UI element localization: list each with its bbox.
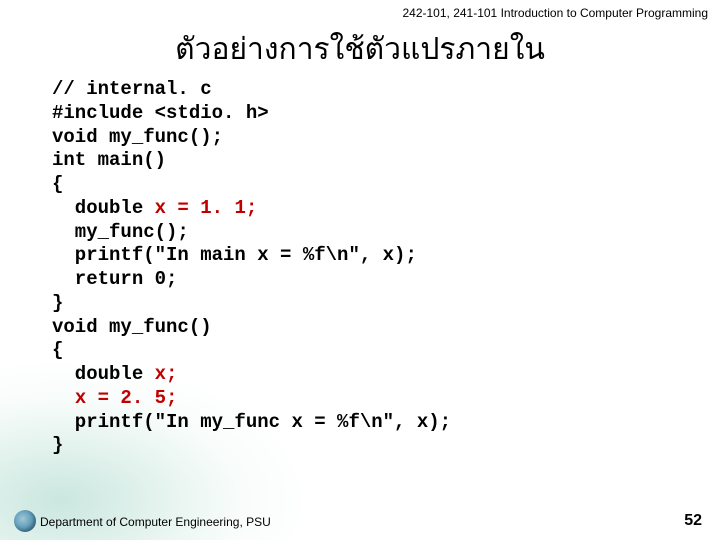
code-line: printf("In main x = %f\n", x); (52, 244, 417, 266)
code-block: // internal. c #include <stdio. h> void … (52, 78, 451, 458)
code-line: double (52, 197, 155, 219)
code-line: void my_func() (52, 316, 212, 338)
page-number: 52 (684, 512, 702, 530)
globe-icon (14, 510, 36, 532)
code-line: double (52, 363, 155, 385)
code-line: return 0; (52, 268, 177, 290)
course-header: 242-101, 241-101 Introduction to Compute… (402, 6, 708, 20)
code-line: #include <stdio. h> (52, 102, 269, 124)
code-highlight: x; (155, 363, 178, 385)
code-line: { (52, 339, 63, 361)
code-line: void my_func(); (52, 126, 223, 148)
code-highlight: x = 2. 5; (75, 387, 178, 409)
slide-title: ตัวอย่างการใช้ตัวแปรภายใน (0, 26, 720, 73)
code-line (52, 387, 75, 409)
code-line: // internal. c (52, 78, 212, 100)
code-line: { (52, 173, 63, 195)
code-highlight: x = 1. 1; (155, 197, 258, 219)
code-line: printf("In my_func x = %f\n", x); (52, 411, 451, 433)
code-line: } (52, 292, 63, 314)
code-line: my_func(); (52, 221, 189, 243)
footer-dept: Department of Computer Engineering, PSU (40, 515, 271, 529)
code-line: } (52, 434, 63, 456)
code-line: int main() (52, 149, 166, 171)
